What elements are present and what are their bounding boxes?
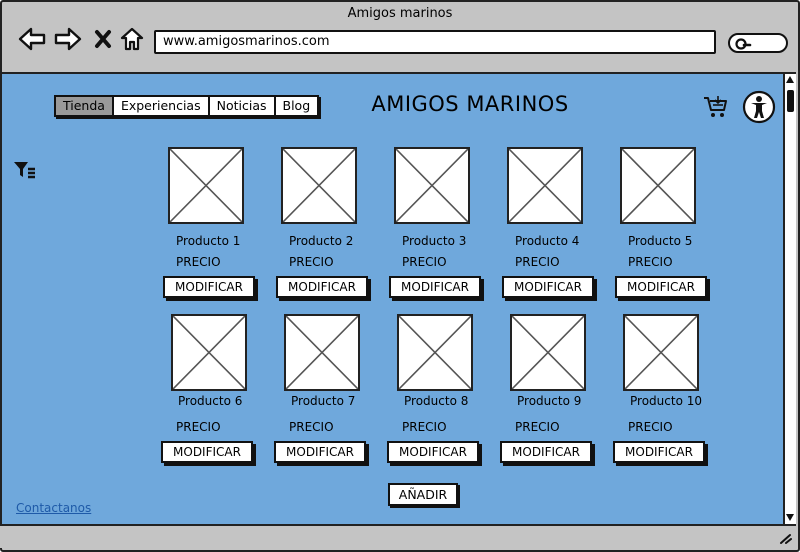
product-name: Producto 8	[404, 394, 469, 408]
product-name: Producto 7	[291, 394, 356, 408]
image-placeholder-icon	[509, 149, 581, 222]
modify-product-button[interactable]: MODIFICAR	[389, 276, 481, 298]
product-price: PRECIO	[402, 420, 447, 434]
filter-icon[interactable]	[13, 160, 37, 180]
product-name: Producto 5	[628, 234, 693, 248]
product-image-placeholder[interactable]	[620, 147, 696, 224]
modify-product-button[interactable]: MODIFICAR	[500, 441, 592, 463]
image-placeholder-icon	[170, 149, 242, 222]
tab-experiencias[interactable]: Experiencias	[113, 95, 210, 117]
modify-product-button[interactable]: MODIFICAR	[163, 276, 255, 298]
search-icon	[735, 38, 752, 50]
modify-product-button[interactable]: MODIFICAR	[161, 441, 253, 463]
product-price: PRECIO	[515, 420, 560, 434]
product-image-placeholder[interactable]	[168, 147, 244, 224]
modify-product-button[interactable]: MODIFICAR	[276, 276, 368, 298]
product-price: PRECIO	[628, 255, 673, 269]
image-placeholder-icon	[512, 316, 584, 389]
product-name: Producto 6	[178, 394, 243, 408]
product-price: PRECIO	[402, 255, 447, 269]
product-image-placeholder[interactable]	[397, 314, 473, 391]
modify-product-button[interactable]: MODIFICAR	[502, 276, 594, 298]
product-price: PRECIO	[289, 255, 334, 269]
modify-product-button[interactable]: MODIFICAR	[613, 441, 705, 463]
vertical-scrollbar[interactable]	[783, 72, 796, 524]
product-image-placeholder[interactable]	[394, 147, 470, 224]
search-button[interactable]	[728, 33, 788, 53]
main-nav-tabs: Tienda Experiencias Noticias Blog	[54, 95, 320, 117]
tab-tienda[interactable]: Tienda	[54, 95, 114, 117]
page-title: AMIGOS MARINOS	[371, 92, 569, 116]
product-name: Producto 4	[515, 234, 580, 248]
add-product-button[interactable]: AÑADIR	[388, 483, 458, 506]
forward-icon[interactable]	[54, 26, 82, 52]
product-price: PRECIO	[289, 420, 334, 434]
address-bar[interactable]: www.amigosmarinos.com	[154, 30, 716, 54]
product-name: Producto 1	[176, 234, 241, 248]
contact-link[interactable]: Contactanos	[16, 501, 91, 515]
product-image-placeholder[interactable]	[171, 314, 247, 391]
cart-icon[interactable]	[703, 95, 729, 119]
image-placeholder-icon	[283, 149, 355, 222]
product-price: PRECIO	[628, 420, 673, 434]
scroll-down-icon[interactable]	[786, 514, 794, 521]
product-name: Producto 10	[630, 394, 702, 408]
resize-grip-icon[interactable]	[778, 532, 792, 544]
product-price: PRECIO	[176, 255, 221, 269]
accessibility-icon[interactable]	[742, 90, 776, 124]
product-image-placeholder[interactable]	[284, 314, 360, 391]
product-image-placeholder[interactable]	[281, 147, 357, 224]
product-image-placeholder[interactable]	[507, 147, 583, 224]
back-icon[interactable]	[18, 26, 46, 52]
product-image-placeholder[interactable]	[510, 314, 586, 391]
product-price: PRECIO	[515, 255, 560, 269]
home-icon[interactable]	[120, 26, 144, 52]
image-placeholder-icon	[622, 149, 694, 222]
scroll-up-icon[interactable]	[786, 76, 794, 83]
tab-noticias[interactable]: Noticias	[209, 95, 276, 117]
image-placeholder-icon	[396, 149, 468, 222]
status-bar	[0, 524, 796, 548]
product-price: PRECIO	[176, 420, 221, 434]
modify-product-button[interactable]: MODIFICAR	[387, 441, 479, 463]
image-placeholder-icon	[625, 316, 697, 389]
product-name: Producto 9	[517, 394, 582, 408]
product-image-placeholder[interactable]	[623, 314, 699, 391]
modify-product-button[interactable]: MODIFICAR	[615, 276, 707, 298]
close-icon[interactable]	[94, 26, 112, 52]
window-title: Amigos marinos	[347, 6, 453, 21]
product-name: Producto 2	[289, 234, 354, 248]
image-placeholder-icon	[399, 316, 471, 389]
product-name: Producto 3	[402, 234, 467, 248]
image-placeholder-icon	[173, 316, 245, 389]
modify-product-button[interactable]: MODIFICAR	[274, 441, 366, 463]
scroll-thumb[interactable]	[787, 90, 794, 112]
image-placeholder-icon	[286, 316, 358, 389]
